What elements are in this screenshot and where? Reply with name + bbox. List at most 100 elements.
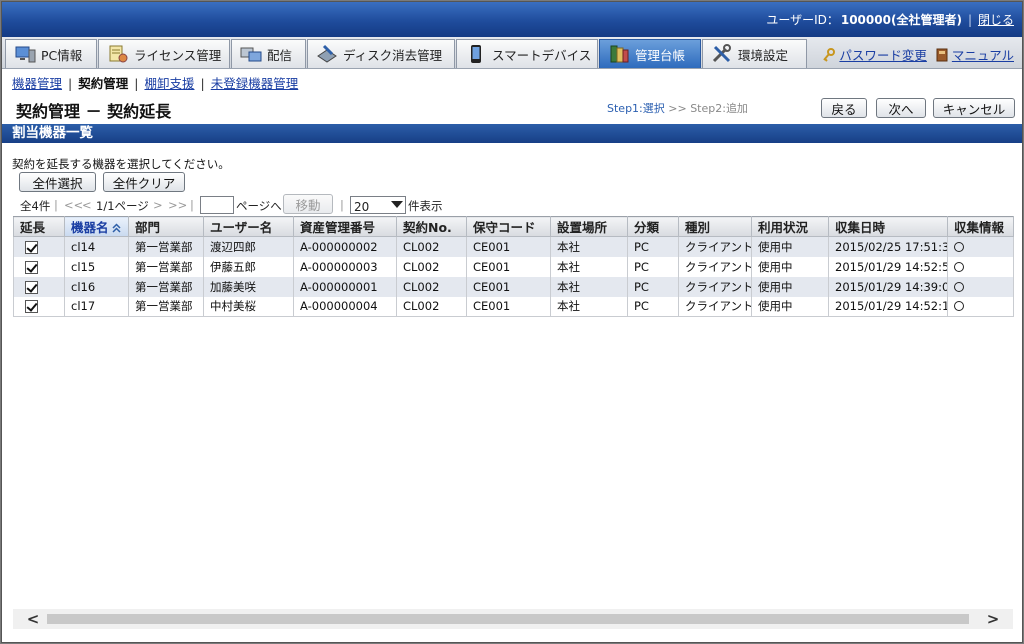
step-separator: >> — [668, 102, 687, 115]
instruction-text: 契約を延長する機器を選択してください。 — [12, 157, 230, 171]
sub-navigation: 機器管理 | 契約管理 | 棚卸支援 | 未登録機器管理 — [12, 76, 299, 91]
cell-classification: PC — [627, 276, 679, 297]
col-extend[interactable]: 延長 — [13, 216, 65, 237]
tab-disk-erase[interactable]: ディスク消去管理 — [307, 39, 455, 68]
disk-erase-icon — [316, 44, 338, 64]
subnav-inventory-support[interactable]: 棚卸支援 — [144, 76, 194, 91]
cell-device-name: cl16 — [64, 276, 129, 297]
tab-pc-info[interactable]: PC情報 — [5, 39, 97, 68]
user-info: ユーザーID： 100000(全社管理者) | 閉じる — [766, 11, 1014, 28]
cell-user-name: 伊藤五郎 — [203, 256, 294, 277]
pager-bar: | — [54, 198, 58, 212]
close-link[interactable]: 閉じる — [978, 13, 1014, 27]
cell-maintenance-code: CE001 — [466, 296, 551, 317]
col-usage-status[interactable]: 利用状況 — [751, 216, 829, 237]
cell-classification: PC — [627, 296, 679, 317]
col-maintenance-code[interactable]: 保守コード — [466, 216, 551, 237]
password-change-link[interactable]: パスワード変更 — [839, 48, 927, 63]
tab-label: 配信 — [267, 47, 293, 63]
table-row[interactable]: cl17 第一営業部 中村美桜 A-000000004 CL002 CE001 … — [13, 296, 1014, 317]
total-count: 全4件 — [20, 199, 51, 213]
table-row[interactable]: cl16 第一営業部 加藤美咲 A-000000001 CL002 CE001 … — [13, 276, 1014, 297]
cell-device-name: cl15 — [64, 256, 129, 277]
cell-department: 第一営業部 — [128, 256, 204, 277]
prev-page-link[interactable]: < — [82, 198, 92, 212]
col-contract-no[interactable]: 契約No. — [396, 216, 467, 237]
col-user-name[interactable]: ユーザー名 — [203, 216, 294, 237]
col-classification[interactable]: 分類 — [627, 216, 679, 237]
cell-location: 本社 — [550, 296, 628, 317]
tab-license[interactable]: ライセンス管理 — [98, 39, 230, 68]
col-device-name[interactable]: 機器名 — [64, 216, 129, 237]
last-page-link[interactable]: >> — [168, 198, 187, 212]
tab-distribution[interactable]: 配信 — [231, 39, 306, 68]
cell-maintenance-code: CE001 — [466, 236, 551, 257]
extend-checkbox[interactable] — [25, 260, 38, 274]
user-id-value: 100000(全社管理者) — [840, 13, 962, 27]
col-collected-info[interactable]: 収集情報 — [947, 216, 1014, 237]
subnav-device-management[interactable]: 機器管理 — [12, 76, 62, 91]
clear-all-button[interactable]: 全件クリア — [103, 172, 185, 192]
app-window: ユーザーID： 100000(全社管理者) | 閉じる PC情報 ライセンス管理 配信… — [1, 1, 1023, 643]
col-location[interactable]: 設置場所 — [550, 216, 628, 237]
subnav-contract-management: 契約管理 — [78, 76, 129, 91]
section-header: 割当機器一覧 — [2, 124, 1022, 143]
cell-collected-at: 2015/01/29 14:52:54 — [828, 256, 948, 277]
horizontal-scrollbar[interactable]: < > — [13, 609, 1013, 629]
cell-department: 第一営業部 — [128, 296, 204, 317]
cell-location: 本社 — [550, 236, 628, 257]
extend-checkbox[interactable] — [25, 280, 38, 294]
pc-icon — [14, 44, 36, 64]
cell-collected-at: 2015/01/29 14:52:16 — [828, 296, 948, 317]
circle-icon — [954, 281, 964, 292]
tab-label: 管理台帳 — [635, 47, 686, 63]
col-type[interactable]: 種別 — [678, 216, 752, 237]
cell-classification: PC — [627, 236, 679, 257]
next-button[interactable]: 次へ — [876, 98, 926, 118]
tab-smart-device[interactable]: スマートデバイス — [456, 39, 598, 68]
col-asset-number[interactable]: 資産管理番号 — [293, 216, 397, 237]
col-collected-at[interactable]: 収集日時 — [828, 216, 948, 237]
license-icon — [107, 44, 129, 64]
cell-asset-number: A-000000004 — [293, 296, 397, 317]
back-button[interactable]: 戻る — [821, 98, 867, 118]
main-tab-bar: PC情報 ライセンス管理 配信 ディスク消去管理 スマートデバイス 管理台帳 環… — [2, 37, 1022, 69]
scrollbar-thumb[interactable] — [47, 614, 969, 624]
pager-bar: | — [340, 198, 344, 212]
per-page-value: 20 — [354, 200, 370, 214]
extend-checkbox[interactable] — [25, 300, 38, 314]
manual-link[interactable]: マニュアル — [952, 48, 1014, 63]
sort-ascending-icon — [111, 221, 121, 233]
device-table: 延長 機器名 部門 ユーザー名 資産管理番号 契約No. 保守コード 設置場所 … — [13, 216, 1014, 317]
tab-label: ディスク消去管理 — [343, 47, 443, 63]
user-id-label: ユーザーID： — [766, 13, 839, 27]
next-page-link[interactable]: > — [153, 198, 163, 212]
smartphone-icon — [465, 44, 487, 64]
cell-department: 第一営業部 — [128, 276, 204, 297]
cell-type: クライアント — [678, 276, 752, 297]
step2-label: Step2:追加 — [690, 102, 748, 115]
move-button[interactable]: 移動 — [283, 194, 333, 214]
extend-checkbox[interactable] — [25, 240, 38, 254]
table-row[interactable]: cl14 第一営業部 渡辺四郎 A-000000002 CL002 CE001 … — [13, 236, 1014, 257]
cell-device-name: cl14 — [64, 236, 129, 257]
page-number-input[interactable] — [200, 196, 234, 214]
tools-icon — [711, 44, 733, 64]
cell-type: クライアント — [678, 236, 752, 257]
scroll-left-arrow[interactable]: < — [23, 611, 43, 627]
scroll-right-arrow[interactable]: > — [983, 611, 1003, 627]
select-all-button[interactable]: 全件選択 — [19, 172, 96, 192]
key-icon — [822, 48, 836, 62]
tab-label: 環境設定 — [738, 47, 789, 63]
col-department[interactable]: 部門 — [128, 216, 204, 237]
tab-settings[interactable]: 環境設定 — [702, 39, 807, 68]
per-page-select[interactable]: 20 — [350, 196, 406, 214]
cell-location: 本社 — [550, 256, 628, 277]
cancel-button[interactable]: キャンセル — [933, 98, 1015, 118]
cell-user-name: 渡辺四郎 — [203, 236, 294, 257]
cell-usage-status: 使用中 — [751, 256, 829, 277]
tab-management-ledger[interactable]: 管理台帳 — [599, 39, 701, 68]
table-row[interactable]: cl15 第一営業部 伊藤五郎 A-000000003 CL002 CE001 … — [13, 256, 1014, 277]
subnav-unregistered-devices[interactable]: 未登録機器管理 — [211, 76, 299, 91]
first-page-link[interactable]: << — [64, 198, 83, 212]
